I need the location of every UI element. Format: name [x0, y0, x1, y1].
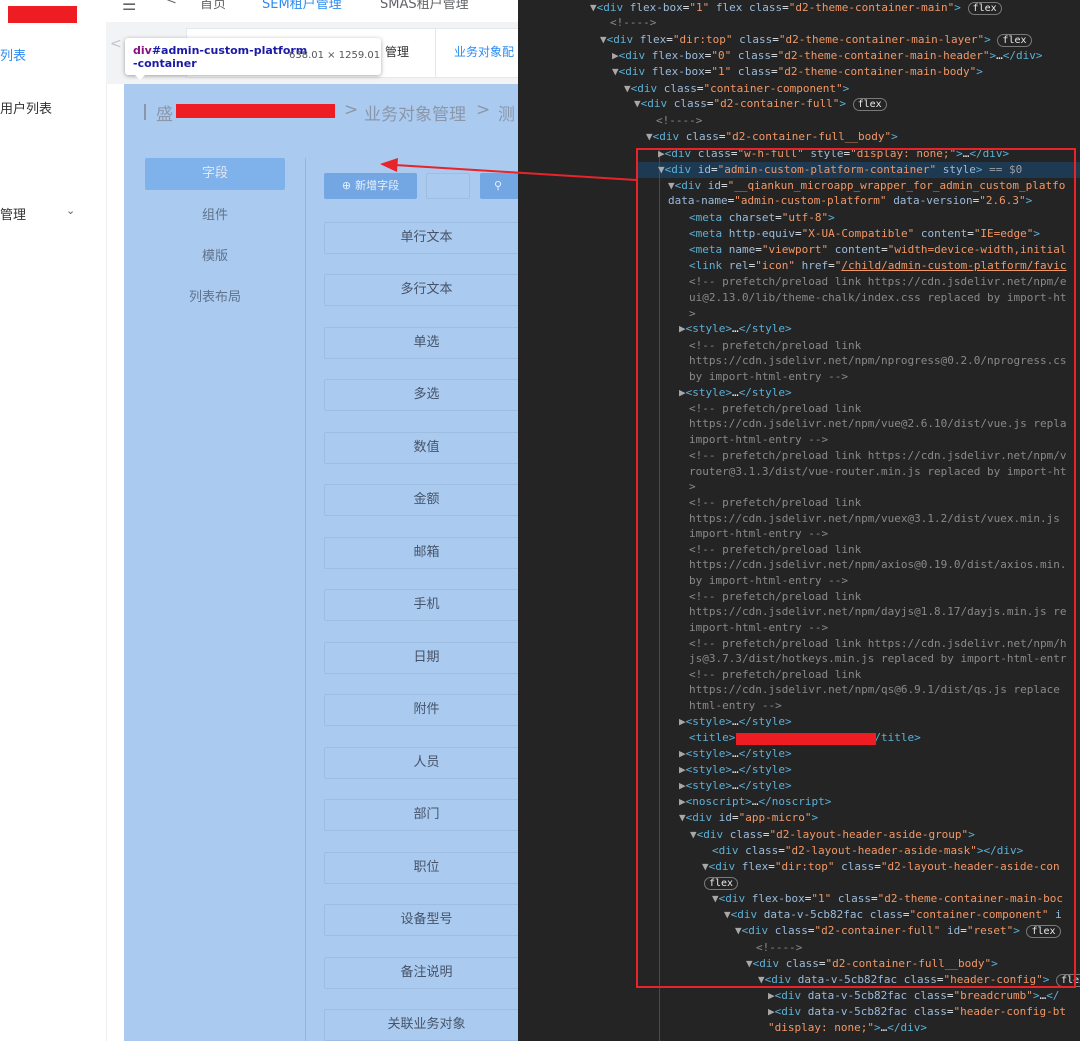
field-item-date[interactable]: 日期 [324, 642, 518, 674]
app-area: 列表 用户列表 管理 ⌄ ☰ < 首页 SEM租户管理 SMAS租户管理 < 管… [0, 0, 518, 1041]
breadcrumb-root[interactable]: 盛 [156, 100, 173, 125]
dom-node[interactable]: ▼<div flex-box="1" class="d2-theme-conta… [612, 64, 983, 79]
redacted-logo [8, 6, 77, 23]
breadcrumb-bar [144, 104, 146, 120]
dom-node[interactable]: ▶<div data-v-5cb82fac class="header-conf… [768, 1004, 1066, 1019]
plus-circle-icon: ⊕ [341, 179, 352, 192]
top-nav: ☰ < 首页 SEM租户管理 SMAS租户管理 [106, 0, 518, 22]
field-item-multi-line-text[interactable]: 多行文本 [324, 274, 518, 306]
dom-node[interactable]: ▼<div class="container-component"> [624, 81, 849, 96]
tooltip-element-name: div#admin-custom-platform -container [133, 44, 307, 70]
dom-node[interactable]: ▼<div flex="dir:top" class="d2-theme-con… [600, 32, 1032, 47]
flex-badge[interactable]: flex [852, 98, 887, 111]
tab-business-object-config[interactable]: 业务对象配 [435, 28, 518, 78]
dom-node[interactable]: ▼<div class="d2-container-full__body"> [646, 129, 898, 144]
field-item-related-object[interactable]: 关联业务对象 [324, 1009, 518, 1041]
flex-badge[interactable]: flex [997, 34, 1032, 47]
dom-node[interactable]: ▼<div flex-box="1" flex class="d2-theme-… [590, 0, 1002, 15]
dom-comment[interactable]: <!----> [656, 113, 702, 128]
sidebar-item-list[interactable]: 列表 [0, 45, 26, 64]
field-item-number[interactable]: 数值 [324, 432, 518, 464]
top-nav-home[interactable]: 首页 [200, 0, 226, 12]
breadcrumb: 盛 > 业务对象管理 > 测 [124, 84, 518, 140]
filter-input[interactable] [426, 173, 470, 199]
flex-badge[interactable]: flex [967, 2, 1002, 15]
field-item-position[interactable]: 职位 [324, 852, 518, 884]
breadcrumb-current: 测 [498, 105, 515, 125]
field-item-single-select[interactable]: 单选 [324, 327, 518, 359]
add-field-label: 新增字段 [355, 179, 400, 192]
tooltip-id-continued: -container [133, 57, 197, 70]
menu-icon[interactable]: ☰ [122, 0, 136, 14]
field-item-attachment[interactable]: 附件 [324, 694, 518, 726]
dom-node-continued[interactable]: "display: none;">…</div> [768, 1020, 927, 1035]
panel-divider [305, 158, 306, 1041]
sidebar-item-user-list[interactable]: 用户列表 [0, 98, 52, 117]
tooltip-tag: div [133, 44, 152, 57]
left-sidebar: 列表 用户列表 管理 ⌄ [0, 0, 107, 1041]
side-tab-fields[interactable]: 字段 [145, 158, 285, 190]
annotation-red-box [636, 148, 1076, 988]
sidebar-item-manage[interactable]: 管理 [0, 204, 26, 223]
breadcrumb-separator-icon: > [344, 100, 359, 120]
field-item-multi-select[interactable]: 多选 [324, 379, 518, 411]
tabs-scroll-left-icon[interactable]: < [110, 36, 122, 52]
breadcrumb-separator-icon: > [476, 100, 491, 120]
field-item-department[interactable]: 部门 [324, 799, 518, 831]
tooltip-id: #admin-custom-platform [151, 44, 308, 57]
side-tab-components[interactable]: 组件 [145, 200, 285, 232]
breadcrumb-business-object[interactable]: 业务对象管理 [364, 100, 466, 125]
field-item-phone[interactable]: 手机 [324, 589, 518, 621]
field-item-amount[interactable]: 金额 [324, 484, 518, 516]
dom-node[interactable]: ▶<div flex-box="0" class="d2-theme-conta… [612, 48, 1043, 63]
field-item-device-model[interactable]: 设备型号 [324, 904, 518, 936]
dom-comment[interactable]: <!----> [610, 15, 656, 30]
chevron-down-icon[interactable]: ⌄ [66, 204, 75, 217]
back-icon[interactable]: < [166, 0, 177, 8]
side-tab-list-layout[interactable]: 列表布局 [145, 282, 285, 314]
dom-node[interactable]: ▼<div class="d2-container-full"> flex [634, 96, 887, 111]
side-tab-templates[interactable]: 模版 [145, 241, 285, 273]
tooltip-size: 638.01 × 1259.01 [289, 50, 381, 61]
add-field-button[interactable]: ⊕ 新增字段 [324, 173, 417, 199]
field-item-person[interactable]: 人员 [324, 747, 518, 779]
search-icon: ⚲ [494, 179, 503, 192]
search-button[interactable]: ⚲ [480, 173, 518, 199]
field-item-remark[interactable]: 备注说明 [324, 957, 518, 989]
dom-node[interactable]: ▶<div data-v-5cb82fac class="breadcrumb"… [768, 988, 1059, 1003]
element-inspect-tooltip: div#admin-custom-platform -container 638.… [125, 38, 381, 75]
field-item-email[interactable]: 邮箱 [324, 537, 518, 569]
top-nav-sem[interactable]: SEM租户管理 [262, 0, 342, 12]
field-item-single-line-text[interactable]: 单行文本 [324, 222, 518, 254]
redacted-breadcrumb [176, 104, 335, 118]
top-nav-smas[interactable]: SMAS租户管理 [380, 0, 469, 12]
tooltip-arrow [134, 74, 146, 80]
